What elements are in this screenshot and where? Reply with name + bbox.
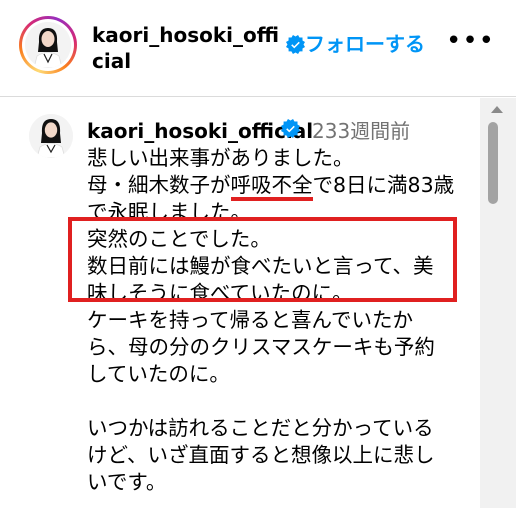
verified-badge-icon [286,35,305,54]
scrollbar[interactable] [480,98,516,508]
more-options-icon[interactable]: ••• [446,28,494,58]
header-avatar[interactable] [25,22,71,68]
caption-line: 突然のことでした。 [87,227,271,251]
underlined-phrase: 呼吸不全 [230,173,313,201]
caption-line: けど、いざ直面すると想像以上に悲し [87,443,435,467]
caption-line-with-underline: 母・細木数子が呼吸不全で8日に満83歳 [87,172,471,201]
post-timestamp[interactable]: 233週間前 [312,118,410,144]
caption-line: 味しそうに食べていたのに。 [87,281,353,305]
caption-avatar[interactable] [29,114,73,158]
post-caption-area: kaori_hosoki_official 233週間前 悲しい出来事がありまし… [0,98,480,508]
scroll-up-arrow-icon[interactable] [491,106,503,113]
caption-line: ケーキを持って帰ると喜んでいたか [87,308,413,332]
caption-line: していたのに。 [87,362,230,386]
caption-segment: で8日に満83歳 [312,173,455,197]
verified-badge-icon [281,119,300,138]
caption-line: ら、母の分のクリスマスケーキも予約 [87,335,435,359]
follow-button[interactable]: フォローする [305,31,425,57]
scrollbar-thumb[interactable] [488,122,498,204]
caption-segment: 母・細木数子が [87,173,231,197]
caption-line: 悲しい出来事がありました。 [87,146,354,170]
caption-line: 数日前には鰻が食べたいと言って、美 [87,254,434,278]
caption-text: 悲しい出来事がありました。 母・細木数子が呼吸不全で8日に満83歳 で永眠しまし… [87,145,471,496]
caption-line: で永眠しました。 [87,200,251,224]
caption-username[interactable]: kaori_hosoki_official [87,118,313,144]
caption-line: いつかは訪れることだと分かっている [87,416,434,440]
caption-line: いです。 [87,470,167,494]
post-header: kaori_hosoki_official フォローする ••• [0,0,516,97]
header-username[interactable]: kaori_hosoki_official [92,22,282,74]
story-ring[interactable] [19,16,77,74]
